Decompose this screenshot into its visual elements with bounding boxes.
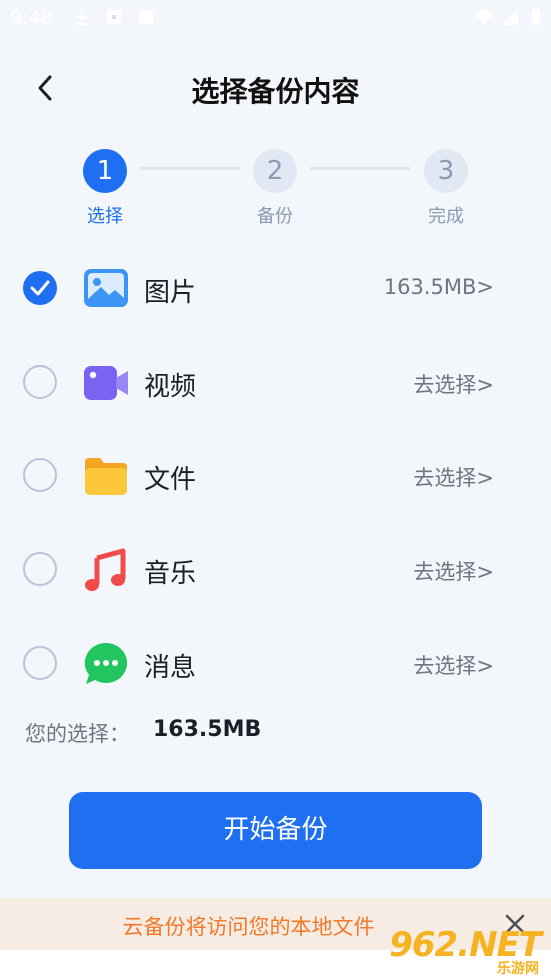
list-item-files[interactable]: 文件 去选择>: [0, 431, 551, 521]
battery-icon: [532, 9, 540, 25]
item-label: 消息: [144, 653, 197, 683]
item-select-link[interactable]: 去选择>: [413, 556, 494, 586]
page-title: 选择备份内容: [191, 75, 360, 108]
message-icon: [84, 642, 128, 684]
wifi-icon: [475, 9, 493, 25]
list-item-messages[interactable]: 消息 去选择>: [0, 619, 551, 709]
step-1-label: 选择: [87, 206, 123, 227]
selection-summary-label: 您的选择：: [25, 722, 130, 746]
item-size[interactable]: 163.5MB>: [384, 275, 494, 299]
item-select-link[interactable]: 去选择>: [413, 369, 494, 399]
start-backup-button[interactable]: 开始备份: [69, 792, 482, 869]
screenshot-icon: [107, 10, 121, 24]
checkbox-music[interactable]: [23, 552, 57, 586]
checkbox-files[interactable]: [23, 458, 57, 492]
progress-stepper: 1 选择 2 备份 3 完成: [0, 146, 551, 236]
item-label: 音乐: [144, 559, 197, 589]
step-3-label: 完成: [428, 206, 464, 227]
checkbox-videos[interactable]: [23, 365, 57, 399]
folder-icon: [85, 458, 127, 495]
step-connector: [310, 167, 410, 170]
item-select-link[interactable]: 去选择>: [413, 650, 494, 680]
video-icon: [84, 366, 128, 400]
watermark-sub: 乐游网: [497, 961, 539, 977]
checkbox-messages[interactable]: [23, 646, 57, 680]
step-1-circle: 1: [83, 149, 127, 193]
download-icon: [75, 9, 89, 26]
list-item-images[interactable]: 图片 163.5MB>: [0, 244, 551, 334]
list-item-music[interactable]: 音乐 去选择>: [0, 525, 551, 615]
app-notification-icon: [139, 9, 153, 24]
item-select-link[interactable]: 去选择>: [413, 462, 494, 492]
item-label: 文件: [144, 465, 197, 495]
step-2-label: 备份: [257, 206, 293, 227]
list-item-videos[interactable]: 视频 去选择>: [0, 338, 551, 428]
checkbox-images[interactable]: [23, 271, 57, 305]
check-icon: [30, 280, 50, 296]
step-connector: [140, 167, 240, 170]
item-label: 图片: [144, 278, 197, 308]
signal-icon: [502, 9, 518, 25]
status-bar: 9:48: [0, 0, 551, 36]
step-3-circle: 3: [424, 149, 468, 193]
app-bar: 选择备份内容: [0, 50, 551, 130]
step-2-circle: 2: [253, 149, 297, 193]
item-label: 视频: [144, 372, 197, 402]
music-icon: [85, 548, 126, 591]
image-icon: [84, 269, 128, 307]
status-time: 9:48: [10, 7, 53, 29]
selection-summary-value: 163.5MB: [153, 717, 262, 742]
watermark-logo: 962.NET 乐游网: [389, 925, 542, 977]
